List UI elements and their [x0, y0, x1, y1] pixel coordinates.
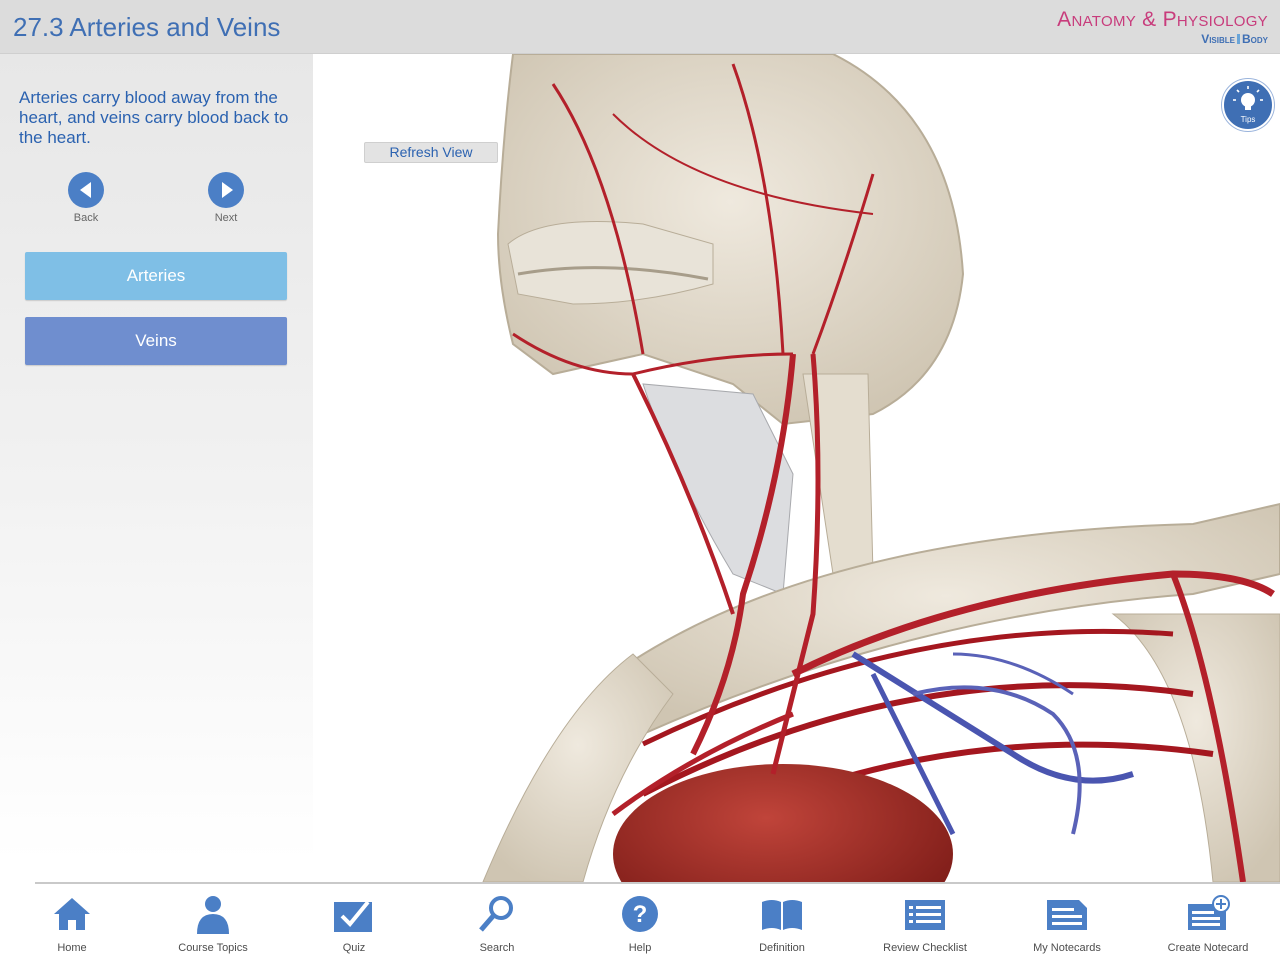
create-notecard-icon [1186, 894, 1230, 934]
question-icon: ? [618, 894, 662, 934]
anatomy-3d-viewer[interactable]: Refresh View Tips [313, 54, 1280, 882]
topic-description: Arteries carry blood away from the heart… [19, 88, 289, 147]
definition-button[interactable]: Definition [722, 894, 842, 954]
quiz-label: Quiz [342, 942, 366, 954]
brand-subtitle: Visible Body [1057, 32, 1268, 46]
help-label: Help [628, 942, 652, 954]
arteries-button[interactable]: Arteries [25, 252, 287, 300]
home-icon [50, 894, 94, 934]
brand-sub-right: Body [1241, 32, 1268, 46]
my-notecards-label: My Notecards [1033, 942, 1101, 954]
svg-text:?: ? [633, 901, 648, 928]
search-label: Search [479, 942, 515, 954]
anatomy-model-image [482, 54, 1280, 882]
tips-button[interactable]: Tips [1222, 79, 1274, 131]
home-label: Home [57, 942, 87, 954]
back-button[interactable]: Back [56, 172, 116, 224]
notecards-icon [1045, 894, 1089, 934]
header-bar: 27.3 Arteries and Veins Anatomy & Physio… [0, 0, 1280, 54]
quiz-button[interactable]: Quiz [294, 894, 414, 954]
review-checklist-button[interactable]: Review Checklist [865, 894, 985, 954]
help-button[interactable]: ? Help [580, 894, 700, 954]
bottom-toolbar: Home Course Topics Quiz Search ? Help De… [0, 882, 1280, 960]
person-icon [191, 894, 235, 934]
home-button[interactable]: Home [12, 894, 132, 954]
brand-separator [1236, 34, 1240, 44]
back-arrow-icon [68, 172, 104, 208]
review-checklist-label: Review Checklist [883, 942, 967, 954]
search-icon [475, 894, 519, 934]
next-label: Next [214, 212, 238, 224]
my-notecards-button[interactable]: My Notecards [1007, 894, 1127, 954]
create-notecard-label: Create Notecard [1167, 942, 1249, 954]
brand-sub-left: Visible [1201, 32, 1235, 46]
search-button[interactable]: Search [437, 894, 557, 954]
back-label: Back [73, 212, 99, 224]
definition-label: Definition [759, 942, 805, 954]
course-topics-button[interactable]: Course Topics [153, 894, 273, 954]
checklist-icon [903, 894, 947, 934]
brand-logo: Anatomy & Physiology Visible Body [1057, 8, 1268, 46]
next-button[interactable]: Next [196, 172, 256, 224]
book-icon [760, 894, 804, 934]
veins-button[interactable]: Veins [25, 317, 287, 365]
toolbar-divider [35, 882, 1280, 884]
check-icon [332, 894, 376, 934]
sidebar-panel: Arteries carry blood away from the heart… [0, 54, 313, 862]
create-notecard-button[interactable]: Create Notecard [1148, 894, 1268, 954]
refresh-view-button[interactable]: Refresh View [364, 142, 498, 163]
course-topics-label: Course Topics [178, 942, 248, 954]
next-arrow-icon [208, 172, 244, 208]
brand-title: Anatomy & Physiology [1057, 8, 1268, 31]
tips-label: Tips [1240, 115, 1256, 124]
page-title: 27.3 Arteries and Veins [13, 12, 281, 42]
